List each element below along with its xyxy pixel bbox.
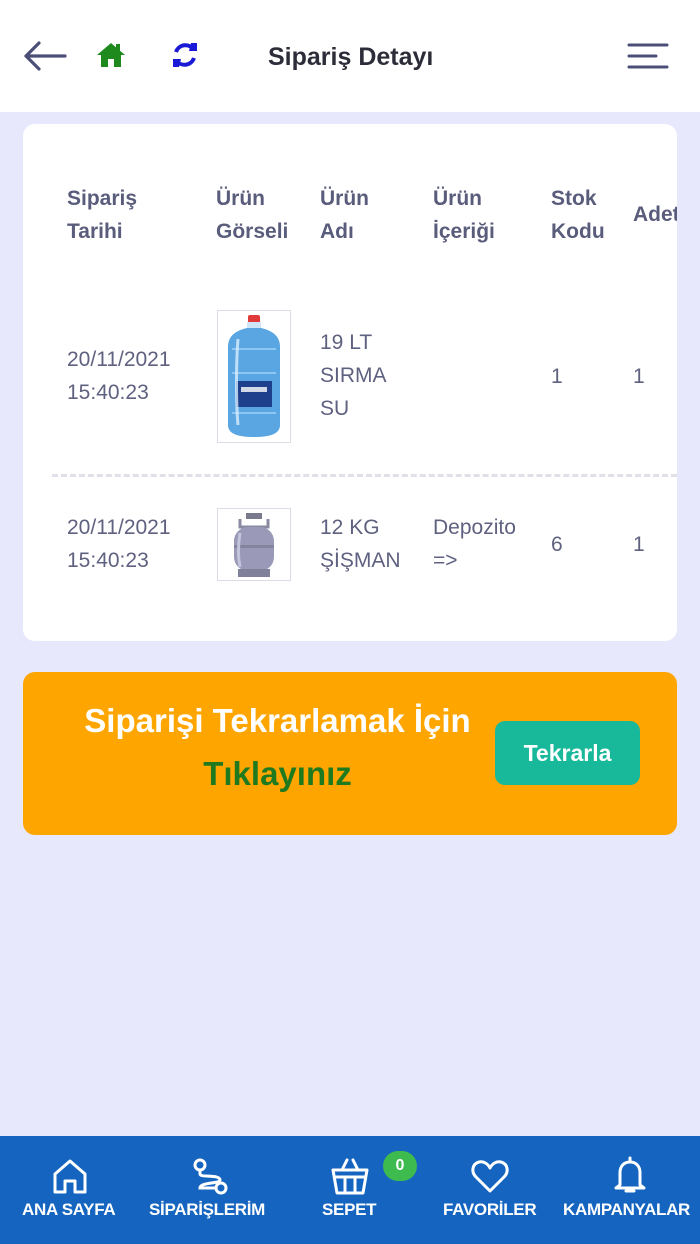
row2-order-date: 20/11/2021 15:40:23 — [67, 516, 171, 572]
col-header-product-content: Ürün İçeriği — [433, 187, 495, 243]
nav-label-home: ANA SAYFA — [22, 1200, 116, 1219]
banner-text-line2: Tıklayınız — [203, 755, 352, 792]
row1-product-name: 19 LT SIRMA SU — [320, 331, 387, 420]
nav-item-orders[interactable] — [140, 1136, 280, 1244]
home-icon[interactable] — [94, 38, 128, 72]
heart-icon — [471, 1160, 509, 1193]
col-header-order-date: Sipariş Tarihi — [67, 187, 138, 243]
page-title: Sipariş Detayı — [268, 43, 434, 71]
cart-count-badge: 0 — [383, 1151, 417, 1181]
row2-product-name: 12 KG ŞİŞMAN — [320, 516, 401, 572]
arrow-left-icon[interactable] — [22, 36, 68, 76]
hamburger-menu-icon[interactable] — [624, 38, 672, 74]
water-bottle-image[interactable] — [217, 310, 291, 443]
row1-order-date: 20/11/2021 15:40:23 — [67, 348, 171, 404]
nav-item-favorites[interactable] — [420, 1136, 560, 1244]
row-divider — [52, 474, 677, 477]
gas-cylinder-image[interactable] — [217, 508, 291, 581]
row2-quantity: 1 — [633, 533, 645, 556]
banner-text-line1: Siparişi Tekrarlamak İçin — [84, 702, 471, 739]
repeat-order-button[interactable]: Tekrarla — [495, 721, 640, 785]
basket-icon — [331, 1158, 369, 1195]
bell-icon — [614, 1156, 646, 1193]
refresh-icon[interactable] — [167, 37, 203, 73]
row1-stock-code: 1 — [551, 365, 563, 388]
nav-label-cart: SEPET — [322, 1200, 377, 1219]
nav-label-orders: SİPARİŞLERİM — [149, 1200, 266, 1219]
home-outline-icon — [53, 1159, 87, 1194]
row1-quantity: 1 — [633, 365, 645, 388]
nav-item-home[interactable] — [0, 1136, 140, 1244]
route-icon — [193, 1158, 228, 1195]
col-header-quantity: Adet — [633, 203, 677, 226]
nav-item-campaigns[interactable] — [560, 1136, 700, 1244]
nav-label-favorites: FAVORİLER — [443, 1200, 537, 1219]
nav-label-campaigns: KAMPANYALAR — [563, 1200, 691, 1219]
row2-stock-code: 6 — [551, 533, 563, 556]
col-header-stock-code: Stok Kodu — [551, 187, 605, 243]
row2-product-content: Depozito => — [433, 516, 516, 572]
col-header-product-image: Ürün Görseli — [216, 187, 289, 243]
col-header-product-name: Ürün Adı — [320, 187, 369, 243]
